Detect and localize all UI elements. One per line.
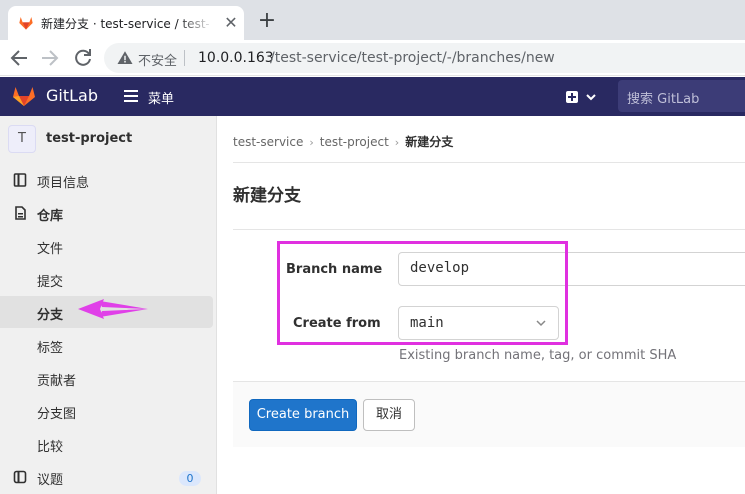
gitlab-favicon-icon (19, 17, 33, 30)
divider (233, 162, 745, 163)
breadcrumb-separator-icon: › (394, 136, 400, 149)
sidebar-item-project-info[interactable]: 项目信息 (0, 164, 213, 196)
new-item-dropdown-icon[interactable] (562, 86, 600, 108)
project-icon (13, 173, 27, 187)
breadcrumb-item[interactable]: test-service (233, 135, 303, 149)
issues-icon (13, 470, 27, 484)
hamburger-menu-icon[interactable] (124, 90, 138, 102)
browser-toolbar: 不安全 10.0.0.163 /test-service/test-projec… (0, 40, 745, 76)
gitlab-header: GitLab 菜单 搜索 GitLab (0, 77, 745, 116)
sidebar-item-files[interactable]: 文件 (0, 230, 213, 262)
gitlab-logo-icon[interactable] (12, 85, 36, 107)
forward-arrow-icon[interactable] (38, 46, 62, 70)
sidebar-item-issues[interactable]: 议题 0 (0, 461, 213, 493)
breadcrumb: test-service › test-project › 新建分支 (233, 133, 453, 150)
highlight-box-annotation (277, 241, 568, 345)
sidebar-item-label: 文件 (37, 242, 64, 257)
app-name[interactable]: GitLab (46, 86, 98, 105)
reload-icon[interactable] (71, 46, 95, 70)
sidebar-item-label: 贡献者 (37, 374, 77, 389)
pointer-arrow-annotation (78, 299, 148, 319)
sidebar-item-label: 分支图 (37, 407, 77, 422)
project-avatar[interactable]: T (8, 125, 36, 153)
tab-close-icon[interactable]: ✕ (222, 14, 240, 32)
breadcrumb-current: 新建分支 (405, 135, 454, 149)
create-from-help-text: Existing branch name, tag, or commit SHA (399, 348, 677, 363)
breadcrumb-item[interactable]: test-project (320, 135, 389, 149)
sidebar-item-label: 议题 (37, 473, 64, 488)
breadcrumb-separator-icon: › (309, 136, 314, 149)
url-path: /test-service/test-project/-/branches/ne… (270, 50, 555, 66)
issues-count-badge: 0 (179, 471, 201, 486)
sidebar-item-label: 提交 (37, 275, 64, 290)
cancel-button[interactable]: 取消 (363, 399, 415, 431)
create-branch-button[interactable]: Create branch (249, 399, 357, 431)
sidebar-item-label: 分支 (37, 308, 64, 323)
sidebar-item-commits[interactable]: 提交 (0, 263, 213, 295)
search-input[interactable]: 搜索 GitLab (618, 80, 745, 112)
sidebar-item-tags[interactable]: 标签 (0, 329, 213, 361)
back-arrow-icon[interactable] (7, 46, 31, 70)
sidebar-item-label: 仓库 (37, 209, 64, 224)
repository-icon (15, 206, 26, 220)
url-host: 10.0.0.163 (198, 50, 274, 66)
warning-icon (117, 51, 133, 64)
insecure-label: 不安全 (138, 54, 178, 69)
form-actions: Create branch 取消 (233, 381, 745, 447)
divider (233, 229, 745, 230)
sidebar-item-label: 比较 (37, 440, 64, 455)
sidebar-item-compare[interactable]: 比较 (0, 428, 213, 460)
page-title: 新建分支 (233, 186, 301, 206)
project-name[interactable]: test-project (46, 131, 132, 146)
sidebar-item-repository[interactable]: 仓库 (0, 197, 213, 229)
sidebar-item-contributors[interactable]: 贡献者 (0, 362, 213, 394)
tab-title-fade (178, 6, 214, 40)
sidebar-item-graph[interactable]: 分支图 (0, 395, 213, 427)
browser-tab-strip: 新建分支 · test-service / test-project ✕ + (0, 0, 745, 40)
sidebar-item-label: 项目信息 (37, 176, 90, 191)
menu-label[interactable]: 菜单 (148, 88, 174, 107)
omnibox-divider (184, 50, 185, 66)
sidebar-item-label: 标签 (37, 341, 64, 356)
search-placeholder: 搜索 GitLab (627, 92, 700, 107)
address-bar[interactable]: 不安全 10.0.0.163 /test-service/test-projec… (104, 43, 745, 73)
browser-tab[interactable]: 新建分支 · test-service / test-project ✕ (8, 6, 244, 40)
sidebar: T test-project 项目信息 仓库 文件 提交 分支 标签 贡献者 分… (0, 116, 217, 494)
new-tab-button[interactable]: + (256, 10, 278, 32)
